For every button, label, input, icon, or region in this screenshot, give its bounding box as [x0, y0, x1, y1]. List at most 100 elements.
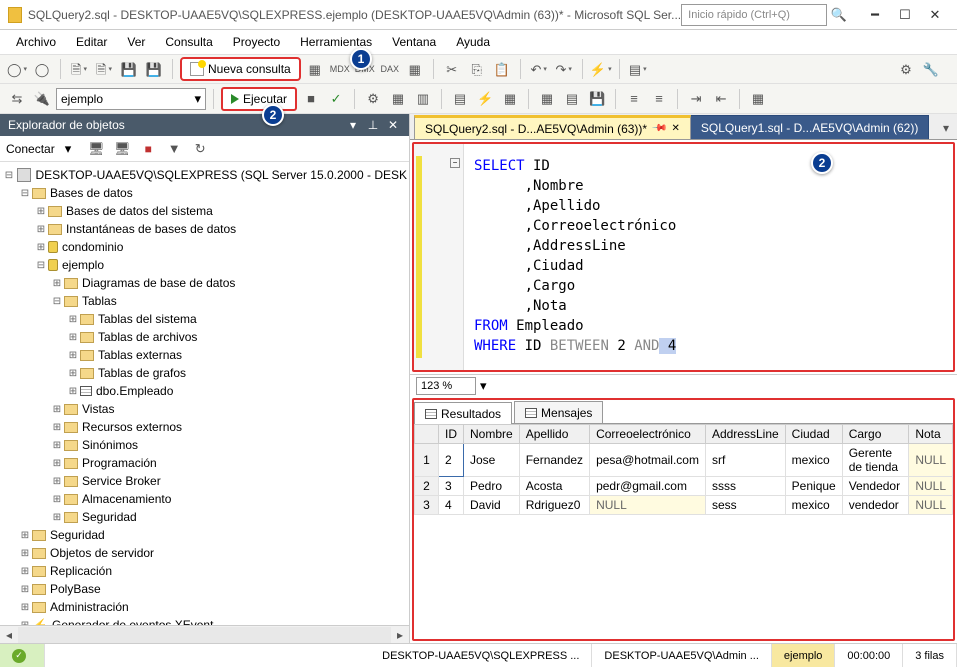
- tab-resultados[interactable]: Resultados: [414, 402, 512, 424]
- object-explorer: Explorador de objetos ▾ ⊥ ✕ Conectar ▾ 🖥…: [0, 114, 410, 643]
- change-connection-button[interactable]: ⇆: [6, 88, 28, 110]
- estimated-plan-button[interactable]: ⚙: [362, 88, 384, 110]
- menu-consulta[interactable]: Consulta: [155, 32, 222, 52]
- menu-ver[interactable]: Ver: [117, 32, 155, 52]
- undo-button[interactable]: ↶: [528, 58, 550, 80]
- filter-button[interactable]: ▼: [163, 138, 185, 160]
- registered-servers-button[interactable]: ⚙: [895, 58, 917, 80]
- uncomment-button[interactable]: ≡: [648, 88, 670, 110]
- status-rows: 3 filas: [903, 644, 957, 667]
- live-stats-button[interactable]: ▥: [412, 88, 434, 110]
- object-explorer-scrollbar[interactable]: ◂▸: [0, 625, 409, 643]
- xmla-button[interactable]: ▦: [304, 58, 326, 80]
- table-row[interactable]: 1 2 Jose Fernandez pesa@hotmail.com srf …: [415, 444, 953, 477]
- search-icon[interactable]: 🔍: [829, 4, 849, 26]
- parse-button[interactable]: ✓: [325, 88, 347, 110]
- save-button[interactable]: 💾: [118, 58, 140, 80]
- code-content[interactable]: SELECT ID ,Nombre ,Apellido ,Correoelect…: [464, 144, 953, 370]
- cut-button[interactable]: ✂: [441, 58, 463, 80]
- paste-button[interactable]: 📋: [491, 58, 513, 80]
- tools-button[interactable]: 🔧: [920, 58, 942, 80]
- connect-button[interactable]: 🔌: [31, 88, 53, 110]
- object-explorer-toolbar: Conectar ▾ 🖥 🖥 ■ ▼ ↻: [0, 136, 409, 162]
- connect-label[interactable]: Conectar: [6, 142, 55, 156]
- menu-proyecto[interactable]: Proyecto: [223, 32, 290, 52]
- new-project-button[interactable]: 🗎: [68, 58, 90, 80]
- refresh-button[interactable]: ↻: [189, 138, 211, 160]
- menu-ayuda[interactable]: Ayuda: [446, 32, 500, 52]
- close-panel-icon[interactable]: ✕: [385, 117, 401, 133]
- execute-label: Ejecutar: [243, 92, 287, 106]
- copy-button[interactable]: ⎘: [466, 58, 488, 80]
- results-text-button[interactable]: ▤: [561, 88, 583, 110]
- grid-header-row: ID Nombre Apellido Correoelectrónico Add…: [415, 425, 953, 444]
- tab-mensajes[interactable]: Mensajes: [514, 401, 603, 423]
- quick-launch-input[interactable]: Inicio rápido (Ctrl+Q): [681, 4, 827, 26]
- connect-server-button[interactable]: 🖥: [85, 138, 107, 160]
- tab-sqlquery2[interactable]: SQLQuery2.sql - D...AE5VQ\Admin (63))* 📌…: [414, 115, 691, 139]
- query-toolbar: ⇆ 🔌 ejemplo ▾ Ejecutar 2 ■ ✓ ⚙ ▦ ▥ ▤ ⚡ ▦…: [0, 84, 957, 114]
- results-file-button[interactable]: 💾: [586, 88, 608, 110]
- new-query-button[interactable]: Nueva consulta: [180, 57, 301, 81]
- status-time: 00:00:00: [835, 644, 903, 667]
- badge-2: 2: [262, 104, 284, 126]
- database-combo-value: ejemplo: [61, 92, 103, 106]
- comment-button[interactable]: ≡: [623, 88, 645, 110]
- pin-icon[interactable]: ⊥: [365, 117, 381, 133]
- results-grid-button[interactable]: ▦: [536, 88, 558, 110]
- menu-herramientas[interactable]: Herramientas: [290, 32, 382, 52]
- outdent-button[interactable]: ⇤: [710, 88, 732, 110]
- execute-button[interactable]: Ejecutar: [221, 87, 297, 111]
- xquery-button[interactable]: ▦: [404, 58, 426, 80]
- close-tab-icon[interactable]: ✕: [672, 123, 680, 134]
- stop-button[interactable]: ■: [300, 88, 322, 110]
- intellisense-button[interactable]: ⚡: [474, 88, 496, 110]
- code-editor[interactable]: − SELECT ID ,Nombre ,Apellido ,Correoele…: [412, 142, 955, 372]
- tab-sqlquery1[interactable]: SQLQuery1.sql - D...AE5VQ\Admin (62)): [690, 115, 929, 139]
- messages-icon: [525, 408, 537, 418]
- chevron-down-icon[interactable]: ▾: [480, 379, 487, 392]
- table-row[interactable]: 2 3 Pedro Acosta pedr@gmail.com ssss Pen…: [415, 477, 953, 496]
- table-row[interactable]: 3 4 David Rdriguez0 NULL sess mexico ven…: [415, 496, 953, 515]
- menu-archivo[interactable]: Archivo: [6, 32, 66, 52]
- maximize-button[interactable]: ☐: [891, 4, 919, 26]
- profiler-button[interactable]: ▤: [627, 58, 649, 80]
- forward-button[interactable]: ◯: [31, 58, 53, 80]
- sqlcmd-button[interactable]: ▤: [449, 88, 471, 110]
- close-button[interactable]: ✕: [921, 4, 949, 26]
- tab-label: SQLQuery2.sql - D...AE5VQ\Admin (63))*: [425, 122, 647, 136]
- save-all-button[interactable]: 💾: [143, 58, 165, 80]
- dropdown-icon[interactable]: ▾: [345, 117, 361, 133]
- results-panel: Resultados Mensajes ID Nombre Apellido: [412, 398, 955, 641]
- open-button[interactable]: 🗎: [93, 58, 115, 80]
- zoom-combo[interactable]: 123 %: [416, 377, 476, 395]
- specify-values-button[interactable]: ▦: [747, 88, 769, 110]
- activity-button[interactable]: ⚡: [590, 58, 612, 80]
- back-button[interactable]: ◯: [6, 58, 28, 80]
- minimize-button[interactable]: ━: [861, 4, 889, 26]
- mdx-button[interactable]: MDX: [329, 58, 351, 80]
- chevron-down-icon: ▾: [194, 92, 201, 105]
- menu-ventana[interactable]: Ventana: [382, 32, 446, 52]
- dax-button[interactable]: DAX: [379, 58, 401, 80]
- xevent-icon: ⚡: [32, 618, 48, 625]
- surround-button[interactable]: ▦: [499, 88, 521, 110]
- menu-editar[interactable]: Editar: [66, 32, 117, 52]
- pin-icon[interactable]: 📌: [651, 120, 668, 137]
- redo-button[interactable]: ↷: [553, 58, 575, 80]
- badge-1: 1: [350, 48, 372, 70]
- status-ok: ✓: [0, 644, 45, 667]
- collapse-icon[interactable]: −: [450, 158, 460, 168]
- results-grid[interactable]: ID Nombre Apellido Correoelectrónico Add…: [414, 424, 953, 639]
- object-tree[interactable]: ⊟DESKTOP-UAAE5VQ\SQLEXPRESS (SQL Server …: [0, 162, 409, 625]
- new-query-icon: [190, 62, 204, 76]
- actual-plan-button[interactable]: ▦: [387, 88, 409, 110]
- editor-tabstrip: SQLQuery2.sql - D...AE5VQ\Admin (63))* 📌…: [410, 114, 957, 140]
- app-icon: [8, 7, 22, 23]
- stop-oe-button[interactable]: ■: [137, 138, 159, 160]
- indent-button[interactable]: ⇥: [685, 88, 707, 110]
- database-combo[interactable]: ejemplo ▾: [56, 88, 206, 110]
- disconnect-button[interactable]: 🖥: [111, 138, 133, 160]
- connect-dropdown-icon[interactable]: ▾: [65, 142, 72, 155]
- tab-overflow-button[interactable]: ▾: [935, 117, 957, 139]
